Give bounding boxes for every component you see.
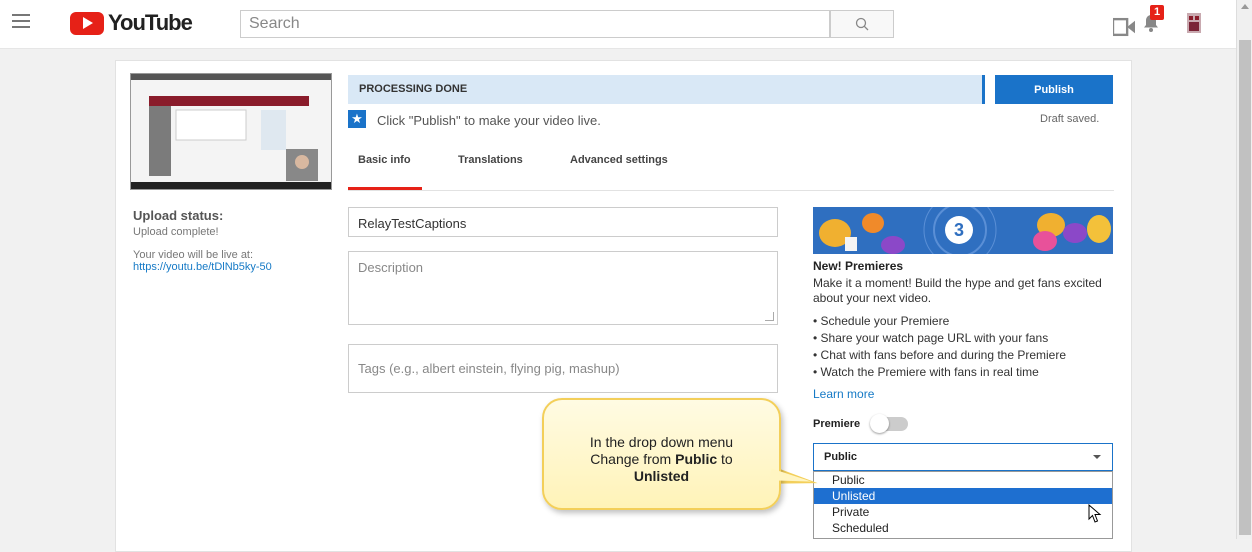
video-url-link[interactable]: https://youtu.be/tDlNb5ky-50 [133, 261, 272, 273]
publish-button[interactable]: Publish [995, 75, 1113, 104]
list-item: Chat with fans before and during the Pre… [813, 347, 1066, 364]
callout-line-1: In the drop down menu [589, 434, 734, 450]
list-item: Share your watch page URL with your fans [813, 330, 1066, 347]
premieres-feature-list: Schedule your Premiere Share your watch … [813, 313, 1066, 381]
tab-bar: Basic info Translations Advanced setting… [348, 144, 1114, 191]
list-item: Schedule your Premiere [813, 313, 1066, 330]
menu-icon[interactable] [12, 14, 30, 28]
premiere-toggle-label: Premiere [813, 418, 861, 430]
tags-input[interactable]: Tags (e.g., albert einstein, flying pig,… [348, 344, 778, 393]
star-icon: ★ [348, 110, 366, 128]
callout-line-3: Unlisted [633, 468, 690, 484]
avatar[interactable] [1183, 12, 1205, 34]
live-at-label: Your video will be live at: [133, 249, 254, 261]
learn-more-link[interactable]: Learn more [813, 387, 874, 401]
upload-video-icon[interactable] [1113, 16, 1135, 38]
mouse-cursor-icon [1088, 504, 1102, 523]
scroll-thumb[interactable] [1239, 40, 1251, 535]
option-unlisted[interactable]: Unlisted [814, 488, 1112, 504]
page-scrollbar[interactable] [1236, 0, 1252, 539]
search-input[interactable]: Search [240, 10, 830, 38]
youtube-logo[interactable]: YouTube [70, 10, 193, 36]
draft-status: Draft saved. [1040, 113, 1100, 125]
callout-line-2: Change from Public to [590, 451, 733, 467]
upload-status-heading: Upload status: [133, 208, 224, 223]
premieres-description: Make it a moment! Build the hype and get… [813, 276, 1102, 305]
option-public[interactable]: Public [814, 472, 1112, 488]
chevron-down-icon[interactable] [1093, 455, 1101, 459]
instruction-callout: In the drop down menu Change from Public… [542, 398, 781, 510]
search-icon [855, 17, 869, 31]
publish-hint: Click "Publish" to make your video live. [377, 113, 601, 128]
masthead: YouTube Search 1 [0, 0, 1252, 49]
tab-advanced-settings[interactable]: Advanced settings [570, 154, 668, 166]
option-private[interactable]: Private [814, 504, 1112, 520]
list-item: Watch the Premiere with fans in real tim… [813, 364, 1066, 381]
privacy-select[interactable]: Public [813, 443, 1113, 471]
description-textarea[interactable]: Description [348, 251, 778, 325]
processing-status: PROCESSING DONE [348, 75, 985, 104]
privacy-dropdown-menu: Public Unlisted Private Scheduled [813, 471, 1113, 539]
video-thumbnail [130, 73, 332, 190]
premieres-title: New! Premieres [813, 259, 904, 273]
logo-text: YouTube [108, 10, 193, 35]
play-logo-icon [70, 11, 104, 35]
description-placeholder: Description [358, 260, 424, 275]
title-input[interactable]: RelayTestCaptions [348, 207, 778, 237]
active-tab-indicator [348, 187, 422, 190]
resize-handle-icon[interactable] [765, 312, 774, 321]
tab-translations[interactable]: Translations [458, 154, 523, 166]
upload-status-text: Upload complete! [133, 226, 219, 238]
premiere-toggle-knob[interactable] [870, 414, 889, 433]
premieres-countdown: 3 [945, 216, 973, 244]
option-scheduled[interactable]: Scheduled [814, 520, 1112, 536]
search-button[interactable] [830, 10, 894, 38]
notification-badge: 1 [1150, 5, 1165, 20]
tab-basic-info[interactable]: Basic info [358, 154, 411, 166]
scroll-up-icon[interactable] [1241, 4, 1249, 9]
